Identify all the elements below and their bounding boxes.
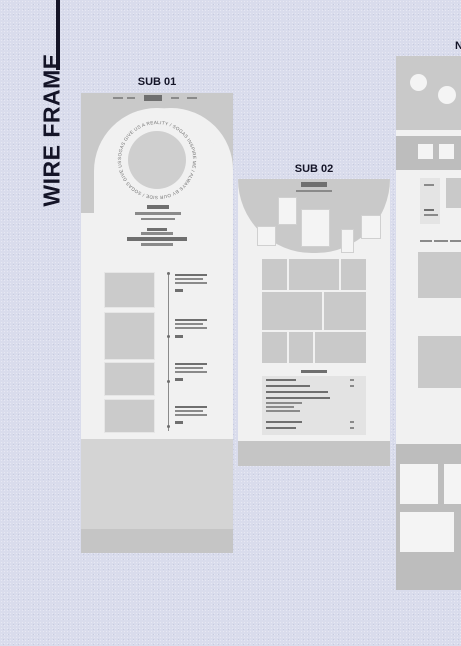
timeline-image[interactable] [104,272,155,308]
ring-text-graphic: SOGAS GIVE US A REALITY / SOGAS INSPIRE … [115,118,197,200]
hero-circle [438,86,456,104]
frame-label-next: N [455,40,461,52]
timeline-link[interactable] [175,335,183,338]
text-line [434,240,448,242]
frame-label-sub02: SUB 02 [294,163,334,175]
faq-question[interactable] [266,427,296,429]
product-image[interactable] [446,178,461,208]
faq-question[interactable] [266,397,330,399]
timeline-text [175,274,207,276]
footer-bar [238,441,390,466]
text-line [141,232,173,235]
chevron-down-icon[interactable] [350,385,354,387]
hero-circle [410,74,427,91]
gallery-image[interactable] [289,259,339,290]
timeline-text [175,278,203,280]
text-line [424,209,434,211]
text-line [424,184,434,186]
nav-logo [301,182,327,187]
collage-photo [301,209,330,247]
nav-logo [144,95,162,101]
gallery-image[interactable] [315,332,366,363]
content-tile [418,144,433,159]
nav-item [171,97,179,99]
section-title [301,370,327,373]
timeline-text [175,282,207,284]
timeline-dot [167,335,170,338]
timeline-dot [167,425,170,428]
board-title: WIRE FRAME [38,53,65,207]
text-line [424,214,438,216]
gallery-image[interactable] [262,292,322,330]
collage-photo [361,215,381,239]
faq-question[interactable] [266,379,296,381]
wireframe-sub02[interactable] [238,179,390,466]
text-line [141,243,173,246]
timeline-text [175,327,207,329]
footer-tile [400,464,438,504]
timeline-text [175,323,203,325]
timeline-image[interactable] [104,312,155,360]
faq-answer [266,406,294,408]
timeline-image[interactable] [104,362,155,396]
timeline-text [175,406,207,408]
timeline-text [175,363,207,365]
collage-photo [341,229,354,253]
timeline-line [168,273,169,431]
gallery-image[interactable] [262,332,287,363]
timeline-text [175,371,207,373]
gallery-image[interactable] [341,259,366,290]
footer-tile [400,512,454,552]
timeline-link[interactable] [175,421,183,424]
nav-item [113,97,123,99]
nav-subtitle [296,190,332,192]
timeline-link[interactable] [175,289,183,292]
timeline-dot [167,380,170,383]
gallery-image[interactable] [324,292,366,330]
timeline-text [175,367,203,369]
timeline-text [175,410,203,412]
footer-tile [444,464,461,504]
nav-item [127,97,135,99]
timeline-image[interactable] [104,399,155,433]
chevron-down-icon[interactable] [350,421,354,423]
timeline-dot [167,272,170,275]
footer-bar [81,529,233,553]
wireframe-sub01[interactable]: SOGAS GIVE US A REALITY / SOGAS INSPIRE … [81,93,233,553]
timeline-text [175,319,207,321]
collage-photo [278,197,297,225]
chevron-down-icon[interactable] [350,379,354,381]
content-tile [439,144,454,159]
frame-label-sub01: SUB 01 [137,76,177,88]
chevron-down-icon[interactable] [350,427,354,429]
collage-photo [257,226,276,246]
faq-answer [266,410,300,412]
text-line [450,240,461,242]
text-line [147,228,167,231]
section-subtitle [141,218,175,220]
feature-image[interactable] [418,336,461,388]
timeline-link[interactable] [175,378,183,381]
text-line [420,240,432,242]
gallery-image[interactable] [289,332,313,363]
feature-image[interactable] [418,252,461,298]
faq-question[interactable] [266,421,302,423]
text-line [127,237,187,241]
section-title [147,205,169,209]
section-subtitle [135,212,181,215]
wireframe-next[interactable] [396,56,461,590]
faq-question[interactable] [266,385,310,387]
gallery-image[interactable] [262,259,287,290]
faq-answer [266,402,302,404]
nav-item [187,97,197,99]
faq-question[interactable] [266,391,328,393]
timeline-text [175,414,207,416]
